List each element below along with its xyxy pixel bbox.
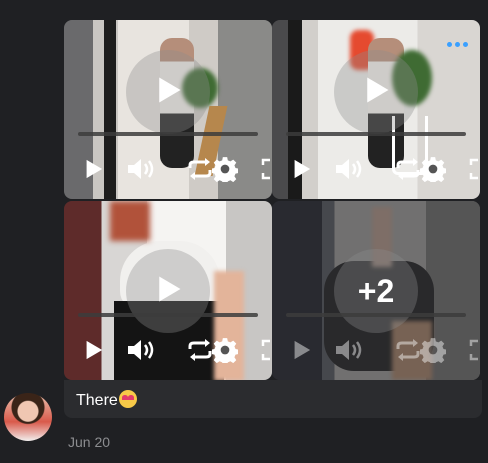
video-tile-overflow[interactable]: +2 [272,201,480,380]
volume-icon[interactable] [126,337,158,363]
play-icon[interactable] [290,156,312,182]
video-controls [82,156,272,184]
fullscreen-icon [468,337,480,363]
fullscreen-icon[interactable] [468,156,480,182]
message-date: Jun 20 [68,434,111,450]
video-controls [290,337,480,365]
video-tile-3[interactable] [64,201,272,380]
volume-icon[interactable] [126,156,158,182]
volume-icon[interactable] [334,156,366,182]
gear-icon[interactable] [212,337,238,363]
play-icon[interactable] [82,156,104,182]
gear-icon[interactable] [420,156,446,182]
play-overlay-button[interactable] [126,49,210,134]
play-overlay-button[interactable] [126,248,210,333]
loop-icon[interactable] [186,337,214,363]
video-progress-bar[interactable] [286,132,466,136]
play-overlay-button[interactable] [334,49,418,134]
video-tile-2[interactable] [272,20,480,199]
volume-icon [334,337,366,363]
media-gallery: +2 [64,20,482,380]
video-tile-1[interactable] [64,20,272,199]
play-icon[interactable] [82,337,104,363]
avatar[interactable] [4,393,52,441]
loop-icon [394,337,422,363]
smiling-face-with-hearts-icon [118,390,137,408]
play-icon [290,337,312,363]
loop-icon[interactable] [186,156,214,182]
gear-icon [420,337,446,363]
message-text: There [76,392,118,409]
fullscreen-icon[interactable] [260,337,272,363]
video-progress-bar[interactable] [78,313,258,317]
fullscreen-icon[interactable] [260,156,272,182]
video-controls [82,337,272,365]
loop-icon[interactable] [394,156,422,182]
message-text-row: There [76,390,137,410]
video-progress-bar [286,313,466,317]
more-dots-icon[interactable] [447,42,468,47]
video-progress-bar[interactable] [78,132,258,136]
gear-icon[interactable] [212,156,238,182]
message-bubble[interactable]: There [64,380,482,418]
video-controls [290,156,480,184]
more-media-count[interactable]: +2 [272,273,480,310]
